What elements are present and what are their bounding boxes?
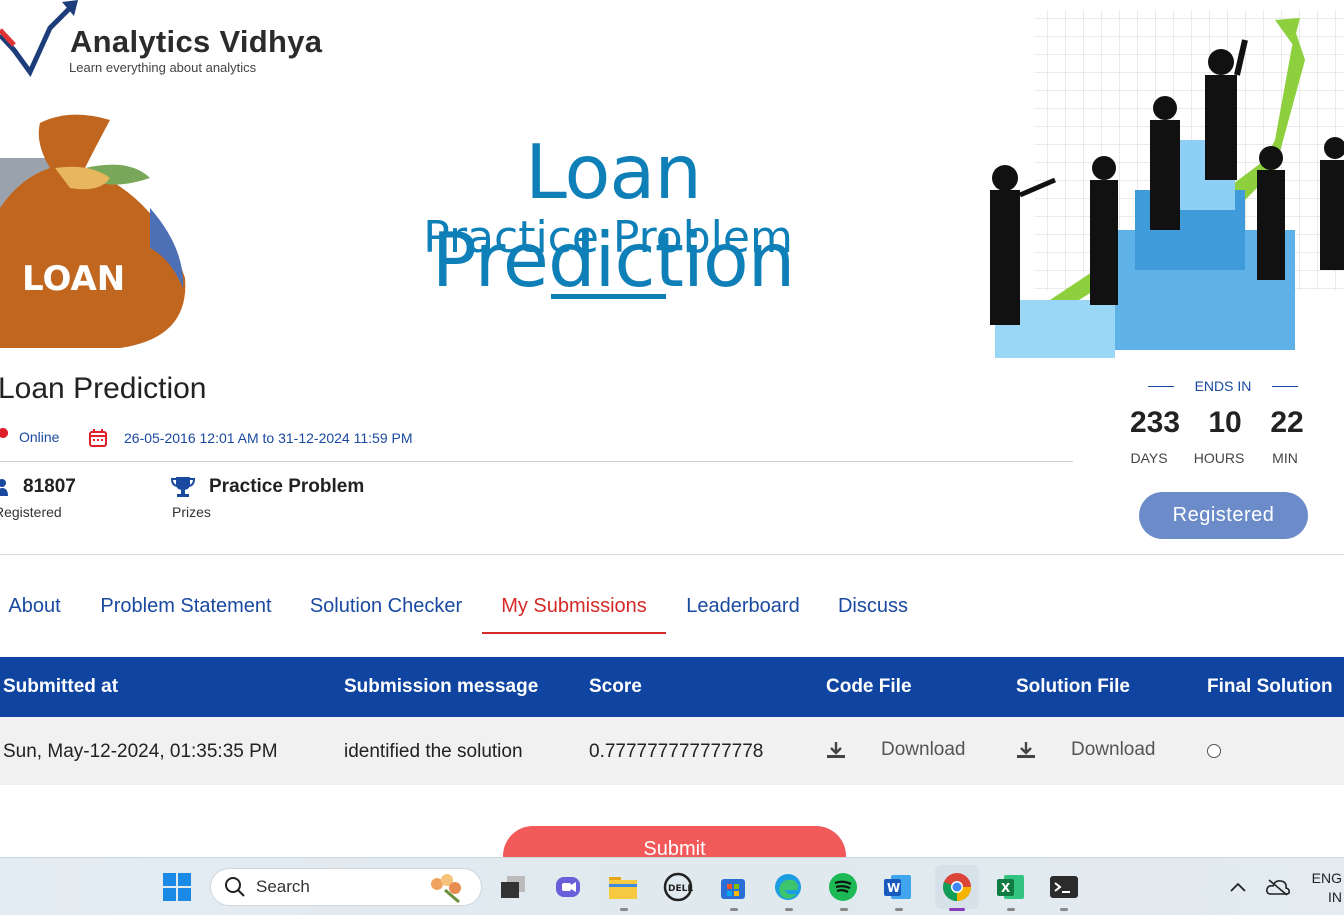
prize-stat: Practice Problem (171, 476, 364, 498)
info-divider (0, 461, 1073, 462)
column-header: Code File (826, 676, 912, 697)
flowers-icon (431, 874, 461, 904)
countdown-minutes: 22 (1270, 406, 1304, 439)
tab-discuss[interactable]: Discuss (828, 582, 918, 634)
countdown-hours-label: HOURS (1193, 450, 1245, 466)
download-icon (827, 742, 845, 758)
tab-my-submissions[interactable]: My Submissions (482, 582, 666, 634)
spotify-icon[interactable] (827, 871, 859, 903)
page: Analytics Vidhya Learn everything about … (0, 0, 1344, 915)
solution-file-download[interactable]: Download (1016, 739, 1156, 761)
hackathon-title: Loan Prediction (0, 372, 207, 405)
mode-info: Online (0, 428, 59, 446)
ends-in-text: ENDS IN (1194, 378, 1252, 394)
section-divider (0, 554, 1344, 555)
language-code: ENG (1311, 870, 1342, 886)
terminal-icon[interactable] (1048, 871, 1080, 903)
mode-text: Online (19, 429, 60, 445)
business-growth-illustration (990, 10, 1344, 358)
file-explorer-icon[interactable] (607, 871, 639, 903)
calendar-icon (89, 429, 107, 447)
score-cell: 0.777777777777778 (589, 741, 764, 762)
date-range: 26-05-2016 12:01 AM to 31-12-2024 11:59 … (124, 430, 413, 446)
countdown-days: 233 (1129, 406, 1181, 439)
ends-in-heading: ENDS IN (1148, 378, 1298, 394)
teams-chat-icon[interactable] (552, 871, 584, 903)
svg-text:X: X (1001, 881, 1011, 895)
location-pin-icon (0, 428, 8, 444)
logo-arrow-icon (0, 0, 78, 77)
brand-logo[interactable]: Analytics Vidhya Learn everything about … (0, 0, 330, 80)
countdown-minutes-label: MIN (1272, 450, 1298, 466)
taskbar-search[interactable]: Search (210, 868, 482, 906)
download-icon (1017, 742, 1035, 758)
word-icon[interactable]: W (882, 871, 914, 903)
code-file-download[interactable]: Download (826, 739, 966, 761)
column-header: Submission message (344, 676, 539, 697)
banner-underline (551, 294, 666, 299)
tab-about[interactable]: About (0, 582, 69, 634)
submitted-at-cell: Sun, May-12-2024, 01:35:35 PM (3, 741, 278, 762)
registered-count: 81807 (23, 476, 76, 497)
search-placeholder: Search (256, 877, 310, 896)
submission-message-cell: identified the solution (344, 741, 523, 762)
task-view-icon[interactable] (497, 871, 529, 903)
money-bag-icon: LOAN (0, 114, 186, 349)
search-icon (225, 877, 245, 897)
svg-text:DELL: DELL (668, 884, 693, 894)
registered-stat: 81807 (0, 476, 76, 498)
trophy-icon (171, 477, 195, 497)
tab-problem-statement[interactable]: Problem Statement (90, 582, 282, 634)
submissions-table-header: Submitted at Submission message Score Co… (0, 657, 1344, 717)
table-row: Sun, May-12-2024, 01:35:35 PM identified… (0, 717, 1344, 785)
edge-browser-icon[interactable] (772, 871, 804, 903)
column-header: Score (589, 676, 642, 697)
column-header: Solution File (1016, 676, 1130, 697)
windows-taskbar: Search DELL W X ENG IN (0, 857, 1344, 915)
final-solution-radio[interactable] (1207, 744, 1221, 758)
download-link[interactable]: Download (1071, 739, 1156, 761)
language-indicator[interactable]: ENG IN (1306, 869, 1342, 907)
excel-icon[interactable]: X (995, 871, 1027, 903)
bag-label: LOAN (22, 259, 125, 299)
prize-label: Prizes (172, 504, 211, 520)
chrome-icon[interactable] (935, 865, 979, 909)
hackathon-banner: Analytics Vidhya Learn everything about … (0, 0, 1344, 358)
download-link[interactable]: Download (881, 739, 966, 761)
registered-label: Registered (0, 504, 62, 520)
user-icon (0, 479, 8, 496)
banner-subtitle: Practice Problem (423, 212, 793, 263)
brand-tagline: Learn everything about analytics (69, 60, 257, 75)
prize-value: Practice Problem (209, 476, 365, 497)
countdown-days-label: DAYS (1130, 450, 1168, 466)
tab-leaderboard[interactable]: Leaderboard (678, 582, 808, 634)
region-code: IN (1328, 889, 1342, 905)
column-header: Submitted at (3, 676, 119, 697)
column-header: Final Solution (1207, 676, 1333, 697)
tab-solution-checker[interactable]: Solution Checker (302, 582, 470, 634)
chevron-up-icon[interactable] (1222, 871, 1254, 903)
svg-text:W: W (887, 881, 900, 895)
microsoft-store-icon[interactable] (717, 871, 749, 903)
date-info: 26-05-2016 12:01 AM to 31-12-2024 11:59 … (88, 428, 413, 448)
onedrive-offline-icon[interactable] (1262, 871, 1294, 903)
dell-icon[interactable]: DELL (662, 871, 694, 903)
windows-start-icon[interactable] (161, 871, 193, 903)
registered-button[interactable]: Registered (1139, 492, 1308, 539)
brand-name: Analytics Vidhya (70, 24, 323, 59)
countdown-hours: 10 (1208, 406, 1242, 439)
